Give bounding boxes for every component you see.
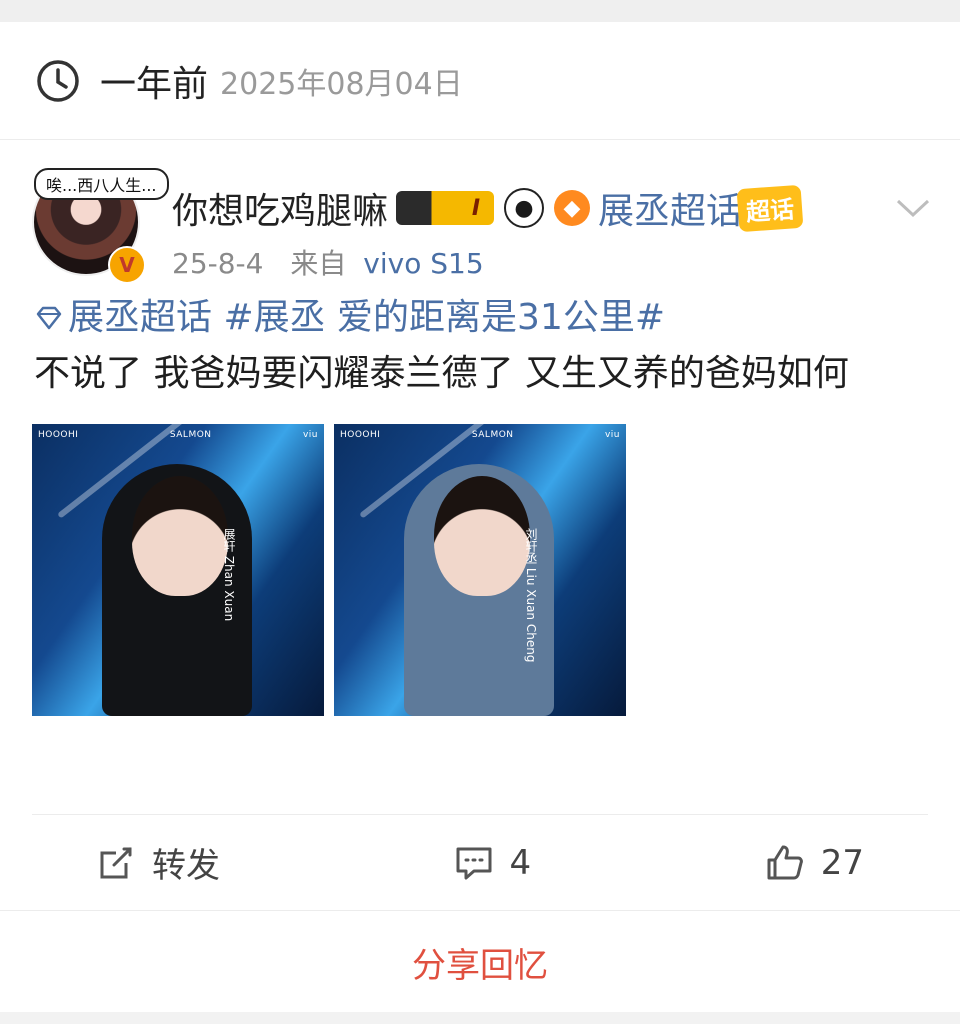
post-image-2[interactable]: HOOOHI SALMON viu 刘轩丞 Liu Xuan Cheng	[334, 424, 626, 716]
share-memory-button[interactable]: 分享回忆	[0, 910, 960, 1013]
memory-header: 一年前 2025年08月04日	[0, 22, 960, 140]
post-image-1[interactable]: HOOOHI SALMON viu 展轩 Zhan Xuan	[32, 424, 324, 716]
panda-icon: ●	[504, 188, 545, 228]
repost-icon	[100, 847, 132, 878]
post-tags-text[interactable]: 展丞超话 #展丞 爱的距离是31公里#	[68, 297, 665, 338]
memory-card: 一年前 2025年08月04日 唉...西八人生... V 你想吃鸡腿嘛 I ●…	[0, 22, 960, 1012]
person-head	[434, 476, 530, 596]
post-body: 展丞超话 #展丞 爱的距离是31公里# 不说了 我爸妈要闪耀泰兰德了 又生又养的…	[0, 290, 960, 402]
repost-label: 转发	[152, 846, 220, 886]
post-images: HOOOHI SALMON viu 展轩 Zhan Xuan HOOOHI SALMO…	[0, 402, 960, 716]
image-name: 展轩 Zhan Xuan	[222, 528, 236, 622]
chaohua-badge[interactable]: 超话	[736, 184, 804, 232]
image-logos: HOOOHI SALMON viu	[340, 430, 620, 440]
comment-button[interactable]: 4	[454, 842, 532, 883]
action-bar: 转发 4 27	[32, 814, 928, 910]
person-head	[132, 476, 228, 596]
clock-icon	[37, 59, 79, 102]
image-logos: HOOOHI SALMON viu	[38, 430, 318, 440]
like-button[interactable]: 27	[765, 843, 864, 883]
post-time: 25-8-4	[172, 247, 264, 280]
comment-icon	[456, 847, 492, 879]
verified-badge: V	[108, 246, 146, 284]
topic-link[interactable]: 展丞超话	[598, 182, 742, 234]
post-device[interactable]: vivo S15	[363, 247, 483, 280]
diamond-icon	[36, 306, 62, 330]
avatar[interactable]: 唉...西八人生... V	[32, 168, 169, 284]
status-strip	[0, 0, 960, 22]
like-count: 27	[820, 842, 864, 883]
username[interactable]: 你想吃鸡腿嘛	[172, 182, 388, 234]
from-label: 来自	[290, 247, 347, 280]
post-tags[interactable]: 展丞超话 #展丞 爱的距离是31公里#	[34, 290, 926, 346]
like-icon	[767, 845, 803, 879]
post-header: 唉...西八人生... V 你想吃鸡腿嘛 I ● ◆ 展丞超话 超话 25-8-…	[0, 140, 960, 290]
repost-button[interactable]: 转发	[96, 838, 220, 887]
memory-date: 2025年08月04日	[220, 66, 463, 102]
image-name: 刘轩丞 Liu Xuan Cheng	[524, 528, 538, 663]
avatar-bubble: 唉...西八人生...	[34, 168, 169, 200]
crown-level-badge[interactable]: I	[396, 191, 495, 225]
comment-count: 4	[509, 842, 532, 883]
post-meta: 25-8-4 来自 vivo S15	[172, 242, 484, 282]
fish-icon: ◆	[554, 190, 591, 226]
chevron-down-icon[interactable]	[896, 198, 930, 218]
memory-ago: 一年前	[100, 63, 209, 105]
post-text: 不说了 我爸妈要闪耀泰兰德了 又生又养的爸妈如何	[34, 353, 849, 394]
name-row: 你想吃鸡腿嘛 I ● ◆ 展丞超话 超话	[172, 182, 804, 234]
